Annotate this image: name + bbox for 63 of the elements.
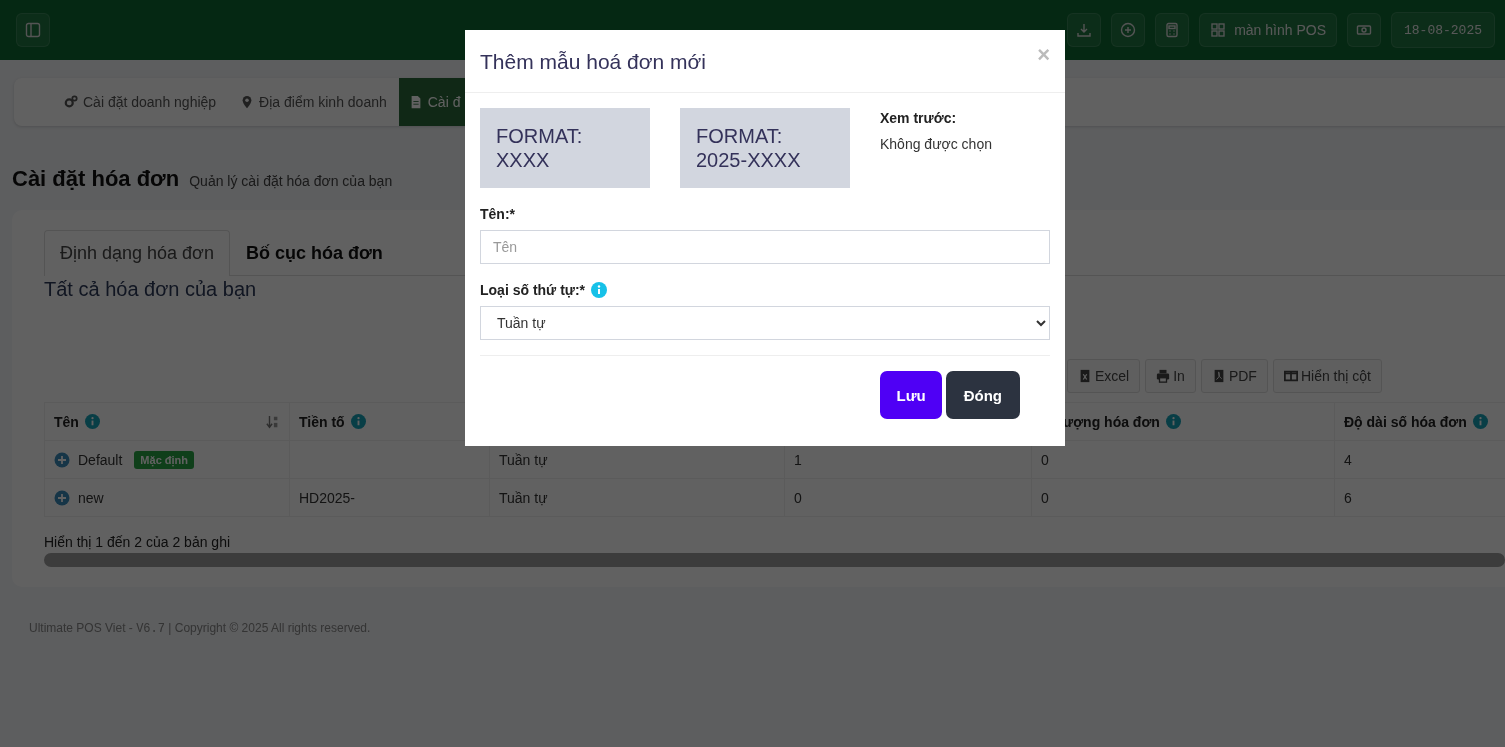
export-button[interactable]: Excel	[1067, 359, 1141, 393]
default-badge: Mặc định	[134, 450, 195, 469]
info-icon	[1165, 414, 1181, 429]
close-dialog-button[interactable]: Đóng	[945, 371, 1020, 419]
field-label: Tên:*	[480, 206, 515, 222]
table-cell: new	[78, 489, 104, 506]
number-type-select[interactable]: Tuần tự	[480, 306, 1050, 340]
modal-title: Thêm mẫu hoá đơn mới	[480, 50, 707, 74]
expand-icon[interactable]	[54, 451, 70, 468]
scrollbar[interactable]	[44, 553, 1505, 567]
banknote-icon	[1356, 22, 1372, 38]
info-icon	[1472, 414, 1488, 429]
settings-nav-tab[interactable]: Địa điểm kinh doanh	[228, 78, 399, 126]
export-button[interactable]: PDF	[1200, 359, 1268, 393]
column-header: Tên	[54, 413, 79, 430]
sidebar-toggle-icon	[25, 22, 41, 38]
columns-icon	[1283, 369, 1298, 383]
close-button[interactable]: ×	[1037, 42, 1050, 68]
gear-icon	[64, 95, 78, 109]
preview-label: Xem trước:	[880, 110, 958, 126]
table-cell: Tuần tự	[499, 451, 548, 468]
field-label: Loại số thứ tự:*	[480, 282, 586, 298]
column-header: Tiền tố	[299, 413, 345, 430]
page-title: Cài đặt hóa đơn	[12, 166, 180, 192]
table-cell: 1	[794, 451, 802, 468]
format-value: XXXX	[496, 148, 550, 172]
settings-nav-tab[interactable]: Cài đặt doanh nghiệp	[52, 78, 229, 126]
expand-icon[interactable]	[54, 489, 70, 506]
table-cell: Tuần tự	[499, 489, 548, 506]
table-info: Hiển thị 1 đến 2 của 2 bản ghi	[44, 534, 232, 550]
table-cell: 4	[1344, 451, 1352, 468]
add-icon	[1120, 22, 1137, 38]
format-option-card[interactable]: FORMAT: XXXX	[480, 108, 650, 188]
export-button[interactable]: In	[1145, 359, 1196, 393]
spreadsheet-icon	[1078, 369, 1092, 383]
info-icon	[350, 414, 366, 429]
calculator-icon	[1164, 22, 1181, 38]
printer-icon	[1156, 369, 1171, 383]
table-cell: HD2025-	[299, 489, 356, 506]
tab[interactable]: Định dạng hóa đơn	[44, 230, 230, 276]
table-cell: 0	[1041, 451, 1049, 468]
sort-icon	[266, 414, 280, 429]
table-cell: 6	[1344, 489, 1352, 506]
info-icon	[591, 282, 608, 298]
table-cell: 0	[1041, 489, 1049, 506]
format-label: FORMAT:	[696, 124, 783, 148]
tab[interactable]: Bố cục hóa đơn	[229, 230, 399, 276]
format-value: 2025-XXXX	[696, 148, 801, 172]
format-option-card[interactable]: FORMAT: 2025-XXXX	[680, 108, 850, 188]
info-icon	[84, 414, 100, 429]
grid-icon	[1210, 22, 1227, 38]
page-subtitle: Quản lý cài đặt hóa đơn của bạn	[189, 173, 393, 189]
format-label: FORMAT:	[496, 124, 583, 148]
export-button[interactable]: Hiển thị cột	[1272, 359, 1382, 393]
table-cell: 0	[794, 489, 802, 506]
download-icon	[1076, 22, 1093, 38]
column-header: Độ dài số hóa đơn	[1344, 413, 1467, 430]
name-field[interactable]: Tên	[480, 230, 1050, 264]
table-cell: Default	[78, 451, 123, 468]
section-title: Tất cả hóa đơn của bạn	[44, 278, 257, 301]
preview-value: Không được chọn	[880, 136, 992, 152]
save-button[interactable]: Lưu	[880, 371, 942, 419]
column-header: ượng hóa đơn	[1063, 413, 1160, 430]
